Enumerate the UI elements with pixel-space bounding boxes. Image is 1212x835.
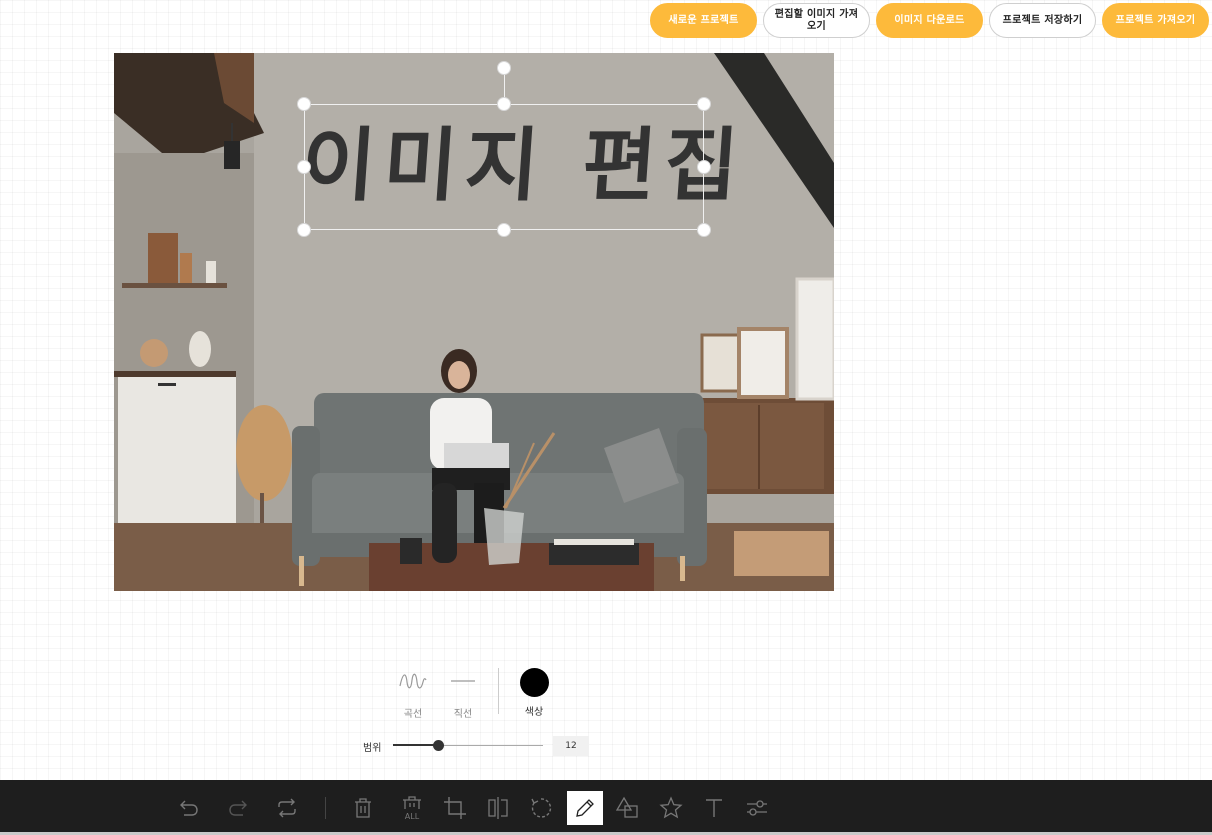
reset-button[interactable] <box>269 791 305 825</box>
flip-icon <box>488 797 508 819</box>
shape-button[interactable] <box>610 791 646 825</box>
crop-icon <box>444 797 466 819</box>
resize-handle-bottom[interactable] <box>497 223 511 237</box>
range-label: 범위 <box>363 742 382 754</box>
filter-icon <box>747 800 767 816</box>
range-value[interactable]: 12 <box>553 736 589 756</box>
delete-icon <box>355 798 371 818</box>
crop-button[interactable] <box>437 791 473 825</box>
color-label: 색상 <box>524 707 544 718</box>
download-image-button[interactable]: 이미지 다운로드 <box>876 3 983 38</box>
delete-button[interactable] <box>345 791 381 825</box>
load-project-button[interactable]: 프로젝트 가져오기 <box>1102 3 1209 38</box>
save-project-button[interactable]: 프로젝트 저장하기 <box>989 3 1096 38</box>
slider-fill <box>393 744 438 746</box>
resize-handle-right[interactable] <box>697 160 711 174</box>
redo-icon <box>229 800 247 816</box>
selection-box[interactable] <box>304 104 704 230</box>
bottom-toolbar: ALL <box>0 780 1212 835</box>
draw-button[interactable] <box>567 791 603 825</box>
straight-line-icon <box>451 680 475 682</box>
shape-icon <box>616 796 638 818</box>
range-slider[interactable] <box>393 739 543 753</box>
delete-all-text: ALL <box>405 812 420 821</box>
flip-button[interactable] <box>480 791 516 825</box>
undo-button[interactable] <box>171 791 207 825</box>
resize-handle-bottom-left[interactable] <box>297 223 311 237</box>
curve-option[interactable]: 곡선 <box>396 670 430 720</box>
resize-handle-top-right[interactable] <box>697 97 711 111</box>
rotation-handle[interactable] <box>497 61 511 75</box>
color-option[interactable]: 색상 <box>516 668 552 718</box>
delete-all-button[interactable]: ALL <box>394 791 430 825</box>
reset-icon <box>278 798 296 818</box>
toolbar-divider <box>325 797 326 819</box>
header-button-group: 새로운 프로젝트 편집할 이미지 가져오기 이미지 다운로드 프로젝트 저장하기… <box>650 3 1209 38</box>
range-control: 범위 12 <box>363 736 589 756</box>
new-project-button[interactable]: 새로운 프로젝트 <box>650 3 757 38</box>
text-button[interactable] <box>696 791 732 825</box>
curve-icon <box>399 673 427 689</box>
resize-handle-bottom-right[interactable] <box>697 223 711 237</box>
menu-divider <box>498 668 499 714</box>
resize-handle-top[interactable] <box>497 97 511 111</box>
slider-thumb[interactable] <box>433 740 444 751</box>
delete-all-icon: ALL <box>403 796 421 821</box>
straight-label: 직선 <box>453 709 473 720</box>
redo-button[interactable] <box>220 791 256 825</box>
load-image-button[interactable]: 편집할 이미지 가져오기 <box>763 3 870 38</box>
editor-canvas[interactable]: 이미지 편집 <box>114 53 834 591</box>
draw-icon <box>576 799 594 817</box>
rotate-button[interactable] <box>523 791 559 825</box>
draw-submenu: 곡선 직선 색상 범위 12 <box>360 664 600 774</box>
icon-tool-button[interactable] <box>653 791 689 825</box>
undo-icon <box>180 800 198 816</box>
straight-option[interactable]: 직선 <box>448 670 478 720</box>
curve-label: 곡선 <box>403 709 423 720</box>
filter-button[interactable] <box>739 791 775 825</box>
rotate-icon <box>531 798 552 818</box>
text-icon <box>706 799 722 817</box>
color-swatch[interactable] <box>519 668 549 697</box>
resize-handle-left[interactable] <box>297 160 311 174</box>
star-icon <box>659 796 683 819</box>
resize-handle-top-left[interactable] <box>297 97 311 111</box>
